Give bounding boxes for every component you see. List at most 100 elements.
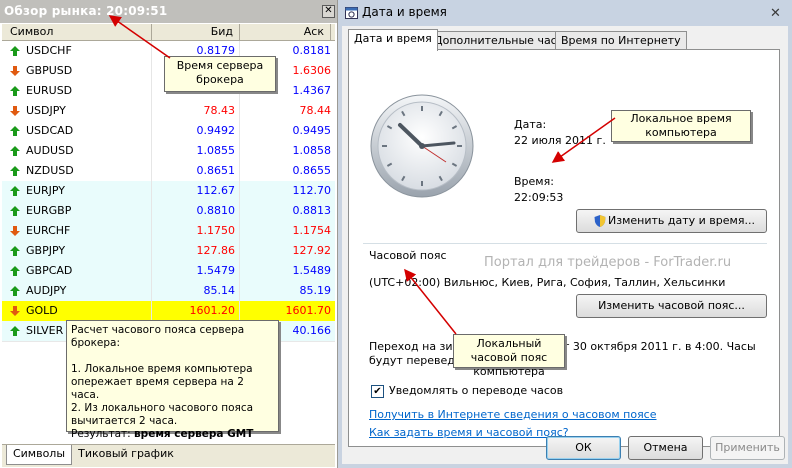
- note-result-value: время сервера GMT: [134, 428, 254, 440]
- market-watch-tabs: Символы Тиковый график: [2, 444, 335, 467]
- symbol-row[interactable]: EURGBP 0.8810 0.8813: [2, 201, 335, 222]
- callout-local-timezone: Локальный часовой пояс компьютера: [453, 334, 565, 378]
- symbol-name: EURGBP: [26, 204, 72, 217]
- change-timezone-button[interactable]: Изменить часовой пояс...: [576, 294, 767, 318]
- arrow-up-icon: [10, 286, 20, 296]
- arrow-down-icon: [10, 66, 20, 76]
- cancel-button[interactable]: Отмена: [628, 436, 703, 460]
- arrow-up-icon: [10, 186, 20, 196]
- close-icon[interactable]: ✕: [322, 5, 335, 18]
- symbol-row[interactable]: EURJPY 112.67 112.70: [2, 181, 335, 202]
- arrow-up-icon: [10, 206, 20, 216]
- symbol-row[interactable]: GBPCAD 1.5479 1.5489: [2, 261, 335, 282]
- note-line-1: Расчет часового пояса сервера брокера:: [71, 324, 245, 349]
- timezone-value: (UTC+02:00) Вильнюс, Киев, Рига, София, …: [369, 276, 726, 289]
- arrow-down-icon: [10, 306, 20, 316]
- arrow-up-icon: [10, 246, 20, 256]
- time-label: Время:: [514, 175, 554, 188]
- ask-price: 127.92: [292, 244, 332, 257]
- symbol-row[interactable]: USDJPY 78.43 78.44: [2, 101, 335, 122]
- bid-price: 127.86: [196, 244, 236, 257]
- symbol-name: NZDUSD: [26, 164, 74, 177]
- symbol-name: AUDUSD: [26, 144, 74, 157]
- timezone-info-link[interactable]: Получить в Интернете сведения о часовом …: [369, 408, 657, 421]
- symbol-row[interactable]: AUDUSD 1.0855 1.0858: [2, 141, 335, 162]
- datetime-dialog: Дата и время ✕ Дата и время Дополнительн…: [338, 0, 792, 468]
- symbol-name: EURUSD: [26, 84, 73, 97]
- arrow-down-icon: [10, 106, 20, 116]
- symbol-row[interactable]: EURCHF 1.1750 1.1754: [2, 221, 335, 242]
- ask-price: 85.19: [299, 284, 332, 297]
- date-value: 22 июля 2011 г.: [514, 134, 606, 147]
- market-watch-title: Обзор рынка: 20:09:51: [4, 4, 168, 18]
- bid-price: 0.8651: [196, 164, 236, 177]
- market-watch-header: Символ Бид Аск: [2, 24, 335, 41]
- symbol-row[interactable]: AUDJPY 85.14 85.19: [2, 281, 335, 302]
- note-result-label: Результат:: [71, 428, 135, 440]
- time-value: 22:09:53: [514, 191, 564, 204]
- ask-price: 1601.70: [285, 304, 332, 317]
- column-header-bid[interactable]: Бид: [152, 24, 240, 40]
- tab-date-time[interactable]: Дата и время: [348, 29, 438, 51]
- ask-price: 1.0858: [292, 144, 332, 157]
- apply-button[interactable]: Применить: [710, 436, 785, 460]
- note-line-3: 2. Из локального часового пояса вычитает…: [71, 402, 254, 427]
- cell-divider: [151, 61, 152, 81]
- date-label: Дата:: [514, 118, 547, 131]
- symbol-row[interactable]: GBPJPY 127.86 127.92: [2, 241, 335, 262]
- tab-additional-clocks[interactable]: Дополнительные часы: [428, 31, 572, 50]
- column-header-symbol[interactable]: Символ: [2, 24, 152, 40]
- ok-button[interactable]: ОК: [546, 436, 621, 460]
- symbol-row[interactable]: GOLD 1601.20 1601.70: [2, 301, 335, 322]
- callout-server-time: Время сервера брокера: [164, 56, 276, 92]
- ask-price: 0.8813: [292, 204, 332, 217]
- timezone-calculation-note: Расчет часового пояса сервера брокера: 1…: [66, 320, 279, 440]
- bid-price: 1601.20: [189, 304, 236, 317]
- notify-label[interactable]: Уведомлять о переводе часов: [389, 384, 563, 397]
- arrow-up-icon: [10, 326, 20, 336]
- symbol-name: GBPUSD: [26, 64, 73, 77]
- help-link[interactable]: Как задать время и часовой пояс?: [369, 426, 569, 439]
- ask-price: 1.1754: [292, 224, 332, 237]
- tab-symbols[interactable]: Символы: [6, 445, 72, 465]
- change-timezone-label: Изменить часовой пояс...: [598, 299, 745, 312]
- dialog-close-icon[interactable]: ✕: [770, 6, 781, 21]
- column-header-ask[interactable]: Аск: [240, 24, 331, 40]
- callout-local-timezone-text: Локальный часовой пояс компьютера: [470, 337, 548, 378]
- timezone-label: Часовой пояс: [369, 249, 447, 262]
- ask-price: 0.8655: [292, 164, 332, 177]
- arrow-up-icon: [10, 266, 20, 276]
- symbol-name: EURJPY: [26, 184, 65, 197]
- symbol-row[interactable]: USDCAD 0.9492 0.9495: [2, 121, 335, 142]
- watermark: Портал для трейдеров - ForTrader.ru: [484, 255, 732, 270]
- notify-checkbox[interactable]: ✔: [371, 385, 384, 398]
- bid-price: 112.67: [196, 184, 236, 197]
- column-header-bid-label: Бид: [210, 25, 233, 38]
- tab-internet-time[interactable]: Время по Интернету: [555, 31, 687, 50]
- arrow-up-icon: [10, 86, 20, 96]
- arrow-down-icon: [10, 226, 20, 236]
- change-datetime-button[interactable]: Изменить дату и время...: [576, 209, 767, 233]
- arrow-up-icon: [10, 126, 20, 136]
- callout-server-time-text: Время сервера брокера: [176, 59, 264, 86]
- symbol-name: USDJPY: [26, 104, 66, 117]
- dialog-title: Дата и время: [362, 5, 447, 19]
- callout-local-time: Локальное время компьютера: [611, 110, 751, 142]
- callout-local-time-text: Локальное время компьютера: [630, 112, 732, 139]
- bid-price: 1.0855: [196, 144, 236, 157]
- market-watch-titlebar: Обзор рынка: 20:09:51 ✕: [0, 0, 337, 23]
- arrow-up-icon: [10, 166, 20, 176]
- symbol-name: AUDJPY: [26, 284, 67, 297]
- symbol-row[interactable]: NZDUSD 0.8651 0.8655: [2, 161, 335, 182]
- analog-clock-icon: [370, 94, 474, 198]
- dst-text-3: будут переведе: [369, 354, 462, 367]
- uac-shield-icon: [594, 215, 606, 227]
- bid-price: 0.9492: [196, 124, 236, 137]
- dialog-titlebar: Дата и время ✕: [338, 0, 792, 26]
- tab-tick-chart[interactable]: Тиковый график: [76, 445, 176, 464]
- bid-price: 0.8810: [196, 204, 236, 217]
- symbol-name: USDCAD: [26, 124, 74, 137]
- note-result: Результат: время сервера GMT: [71, 428, 274, 441]
- symbol-name: GBPCAD: [26, 264, 73, 277]
- ask-price: 0.9495: [292, 124, 332, 137]
